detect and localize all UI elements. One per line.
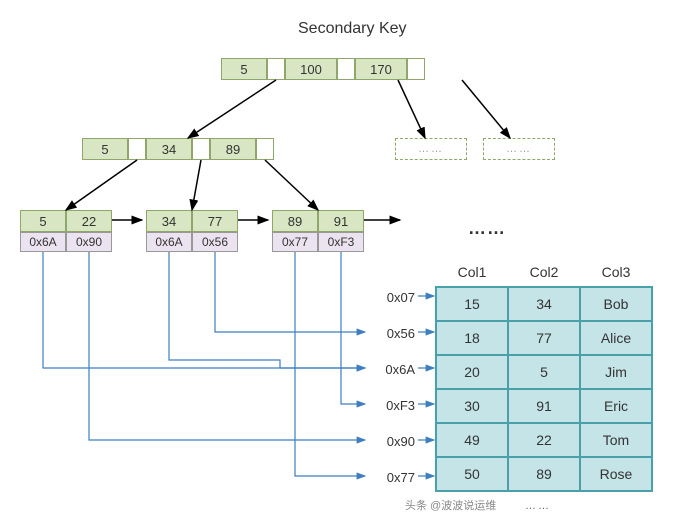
row-ptr-3: 0xF3 xyxy=(369,398,415,413)
table-row: 205Jim xyxy=(436,355,652,389)
leaf1-key-1: 5 xyxy=(20,210,66,232)
root-key-1: 5 xyxy=(221,58,267,80)
row-ptr-4: 0x90 xyxy=(369,434,415,449)
col-header-3: Col3 xyxy=(580,258,652,287)
leaf1-ptr-1: 0x6A xyxy=(20,232,66,252)
leaf-node-1: 5 22 0x6A 0x90 xyxy=(20,210,112,252)
data-table: Col1 Col2 Col3 1534Bob 1877Alice 205Jim … xyxy=(435,258,653,492)
table-row: 1877Alice xyxy=(436,321,652,355)
leaf2-ptr-1: 0x6A xyxy=(146,232,192,252)
root-gap-3 xyxy=(407,58,425,80)
root-key-2: 100 xyxy=(285,58,337,80)
diagram-title: Secondary Key xyxy=(298,20,407,38)
table-ellipsis: …… xyxy=(525,500,551,512)
root-key-3: 170 xyxy=(355,58,407,80)
leaf3-ptr-1: 0x77 xyxy=(272,232,318,252)
internal-key-3: 89 xyxy=(210,138,256,160)
leaf2-ptr-2: 0x56 xyxy=(192,232,238,252)
root-gap-1 xyxy=(267,58,285,80)
table-row: 3091Eric xyxy=(436,389,652,423)
leaf2-key-2: 77 xyxy=(192,210,238,232)
leaf3-key-2: 91 xyxy=(318,210,364,232)
leaf2-key-1: 34 xyxy=(146,210,192,232)
leaf3-key-1: 89 xyxy=(272,210,318,232)
col-header-1: Col1 xyxy=(436,258,508,287)
leaf1-ptr-2: 0x90 xyxy=(66,232,112,252)
internal-gap-1 xyxy=(128,138,146,160)
leaf3-ptr-2: 0xF3 xyxy=(318,232,364,252)
col-header-2: Col2 xyxy=(508,258,580,287)
internal-gap-3 xyxy=(256,138,274,160)
placeholder-node-1: …… xyxy=(395,138,467,160)
leaf-node-2: 34 77 0x6A 0x56 xyxy=(146,210,238,252)
internal-key-1: 5 xyxy=(82,138,128,160)
leaf-node-3: 89 91 0x77 0xF3 xyxy=(272,210,364,252)
table-row: 4922Tom xyxy=(436,423,652,457)
root-gap-2 xyxy=(337,58,355,80)
table-row: 5089Rose xyxy=(436,457,652,491)
root-node: 5 100 170 xyxy=(221,58,425,80)
internal-gap-2 xyxy=(192,138,210,160)
placeholder-node-2: …… xyxy=(483,138,555,160)
leaf1-key-2: 22 xyxy=(66,210,112,232)
row-ptr-5: 0x77 xyxy=(369,470,415,485)
row-ptr-2: 0x6A xyxy=(369,362,415,377)
leaf-ellipsis: …… xyxy=(468,218,506,239)
row-ptr-1: 0x56 xyxy=(369,326,415,341)
internal-key-2: 34 xyxy=(146,138,192,160)
image-credit: 头条 @波波说运维 xyxy=(405,497,496,513)
row-ptr-0: 0x07 xyxy=(369,290,415,305)
internal-node: 5 34 89 xyxy=(82,138,274,160)
table-row: 1534Bob xyxy=(436,287,652,321)
